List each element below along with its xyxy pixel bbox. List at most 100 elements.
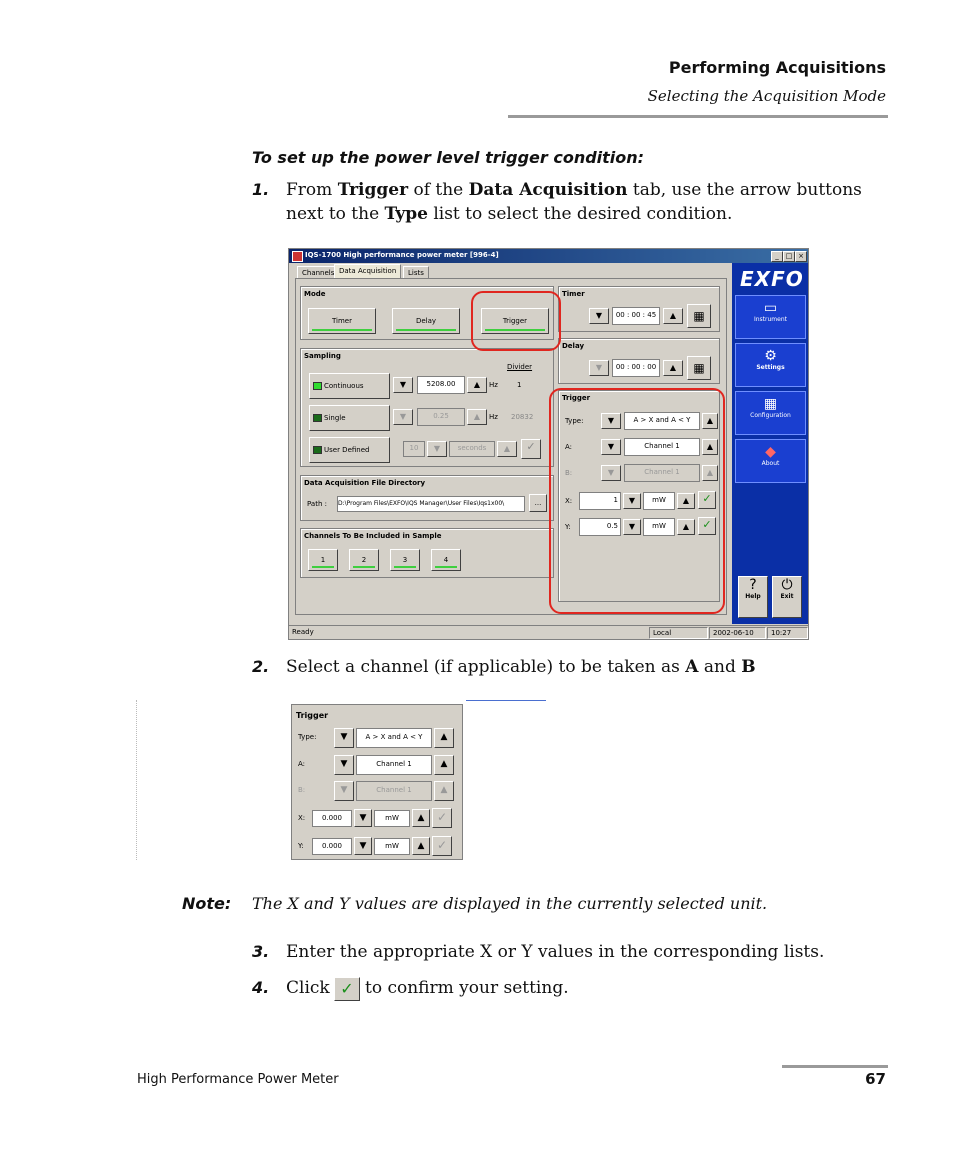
step-2-text: Select a channel (if applicable) to be t…	[286, 657, 756, 677]
continuous-button[interactable]: Continuous	[309, 373, 390, 399]
single-up-arrow-icon[interactable]: ▲	[467, 409, 487, 425]
zoom-b-up-arrow-icon[interactable]: ▲	[434, 781, 454, 801]
calendar-icon[interactable]: ▦	[687, 356, 711, 380]
delay-mode-button[interactable]: Delay	[392, 308, 460, 334]
zoom-a-down-arrow-icon[interactable]: ▼	[334, 755, 354, 775]
help-button[interactable]: ? Help	[738, 576, 768, 618]
sidebar-item-configuration[interactable]: ▦ Configuration	[735, 391, 806, 435]
zoom-a-label: A:	[298, 760, 306, 768]
exfo-logo: EXFO	[740, 267, 804, 291]
zoom-type-up-arrow-icon[interactable]: ▲	[434, 728, 454, 748]
footer-rule	[782, 1065, 888, 1068]
single-button[interactable]: Single	[309, 405, 390, 431]
zoom-type-down-arrow-icon[interactable]: ▼	[334, 728, 354, 748]
status-ready: Ready	[292, 628, 314, 636]
cont-up-arrow-icon[interactable]: ▲	[467, 377, 487, 393]
zoom-y-field[interactable]: 0.000	[312, 838, 352, 855]
exit-button[interactable]: ⏻ Exit	[772, 576, 802, 618]
cont-down-arrow-icon[interactable]: ▼	[393, 377, 413, 393]
zoom-trigger-panel: Trigger Type: ▼ A > X and A < Y ▲ A: ▼ C…	[291, 704, 463, 860]
delay-down-arrow-icon[interactable]: ▼	[589, 360, 609, 376]
minimize-icon[interactable]: _	[771, 251, 783, 262]
zoom-b-field[interactable]: Channel 1	[356, 781, 432, 801]
settings-icon: ⚙	[764, 348, 777, 364]
led-icon	[313, 382, 322, 390]
zoom-type-label: Type:	[298, 733, 317, 741]
user-defined-count[interactable]: 10	[403, 441, 425, 457]
timer-mode-button[interactable]: Timer	[308, 308, 376, 334]
step-3-number: 3.	[252, 942, 270, 961]
status-date: 2002-06-10	[709, 627, 766, 639]
sidebar: EXFO ▭ Instrument ⚙ Settings ▦ Configuratio…	[732, 263, 808, 624]
tab-data-acquisition[interactable]: Data Acquisition	[334, 264, 402, 279]
directory-title: Data Acquisition File Directory	[304, 479, 426, 487]
maximize-icon[interactable]: □	[783, 251, 795, 262]
ud-down-arrow-icon[interactable]: ▼	[427, 441, 447, 457]
note-label: Note:	[182, 894, 232, 913]
timer-up-arrow-icon[interactable]: ▲	[663, 308, 683, 324]
delay-up-arrow-icon[interactable]: ▲	[663, 360, 683, 376]
single-rate-field[interactable]: 0.25	[417, 408, 465, 426]
procedure-title: To set up the power level trigger condit…	[252, 148, 645, 167]
zoom-x-field[interactable]: 0.000	[312, 810, 352, 827]
zoom-y-down-arrow-icon[interactable]: ▼	[354, 837, 372, 855]
crop-edge	[136, 700, 138, 860]
single-divider: 20832	[511, 413, 534, 421]
calendar-icon[interactable]: ▦	[687, 304, 711, 328]
browse-button[interactable]: ...	[529, 494, 547, 512]
footer-title: High Performance Power Meter	[137, 1072, 339, 1087]
sampling-panel: Sampling Divider Continuous ▼ 5208.00 ▲ …	[300, 348, 554, 467]
zoom-x-up-arrow-icon[interactable]: ▲	[412, 809, 430, 827]
zoom-y-confirm-check-icon[interactable]: ✓	[432, 836, 452, 856]
help-icon: ?	[749, 577, 757, 593]
zoom-type-field[interactable]: A > X and A < Y	[356, 728, 432, 748]
sidebar-item-instrument[interactable]: ▭ Instrument	[735, 295, 806, 339]
path-field[interactable]: D:\Program Files\EXFO\IQS Manager\User F…	[337, 496, 525, 512]
zoom-x-unit[interactable]: mW	[374, 810, 410, 827]
cont-unit: Hz	[489, 381, 498, 389]
app-titlebar: IQS-1700 High performance power meter [9…	[289, 249, 808, 263]
close-icon[interactable]: ×	[795, 251, 807, 262]
status-time: 10:27	[767, 627, 808, 639]
zoom-a-field[interactable]: Channel 1	[356, 755, 432, 775]
channel-3-button[interactable]: 3	[390, 549, 420, 571]
sidebar-item-about[interactable]: ◆ About	[735, 439, 806, 483]
zoom-y-unit[interactable]: mW	[374, 838, 410, 855]
mode-title: Mode	[304, 290, 326, 298]
running-header-subtitle: Selecting the Acquisition Mode	[647, 87, 886, 105]
channel-4-button[interactable]: 4	[431, 549, 461, 571]
highlight-trigger-button	[471, 291, 561, 351]
zoom-a-up-arrow-icon[interactable]: ▲	[434, 755, 454, 775]
sampling-title: Sampling	[304, 352, 341, 360]
note-text: The X and Y values are displayed in the …	[252, 894, 768, 913]
timer-value[interactable]: 00 : 00 : 45	[612, 307, 660, 325]
delay-value[interactable]: 00 : 00 : 00	[612, 359, 660, 377]
app-title: IQS-1700 High performance power meter [9…	[305, 251, 499, 259]
step-3-text: Enter the appropriate X or Y values in t…	[286, 942, 825, 962]
delay-panel: Delay ▼ 00 : 00 : 00 ▲ ▦	[558, 338, 720, 384]
header-rule	[508, 115, 888, 118]
channel-2-button[interactable]: 2	[349, 549, 379, 571]
user-defined-button[interactable]: User Defined	[309, 437, 390, 463]
zoom-b-down-arrow-icon[interactable]: ▼	[334, 781, 354, 801]
single-down-arrow-icon[interactable]: ▼	[393, 409, 413, 425]
status-local: Local	[649, 627, 708, 639]
delay-title: Delay	[562, 342, 585, 350]
user-defined-unit[interactable]: seconds	[449, 441, 495, 457]
status-bar: Ready Local 2002-06-10 10:27	[289, 625, 808, 639]
crop-edge-blue	[466, 700, 546, 701]
continuous-rate-field[interactable]: 5208.00	[417, 376, 465, 394]
sidebar-item-settings[interactable]: ⚙ Settings	[735, 343, 806, 387]
zoom-x-confirm-check-icon[interactable]: ✓	[432, 808, 452, 828]
led-icon	[313, 446, 322, 454]
ud-confirm-check-icon[interactable]: ✓	[521, 439, 541, 459]
timer-down-arrow-icon[interactable]: ▼	[589, 308, 609, 324]
running-header-title: Performing Acquisitions	[668, 58, 886, 77]
zoom-y-up-arrow-icon[interactable]: ▲	[412, 837, 430, 855]
zoom-x-down-arrow-icon[interactable]: ▼	[354, 809, 372, 827]
timer-panel: Timer ▼ 00 : 00 : 45 ▲ ▦	[558, 286, 720, 332]
path-label: Path :	[307, 500, 327, 508]
trigger-zoom-screenshot: Trigger Type: ▼ A > X and A < Y ▲ A: ▼ C…	[136, 700, 546, 860]
ud-up-arrow-icon[interactable]: ▲	[497, 441, 517, 457]
channel-1-button[interactable]: 1	[308, 549, 338, 571]
